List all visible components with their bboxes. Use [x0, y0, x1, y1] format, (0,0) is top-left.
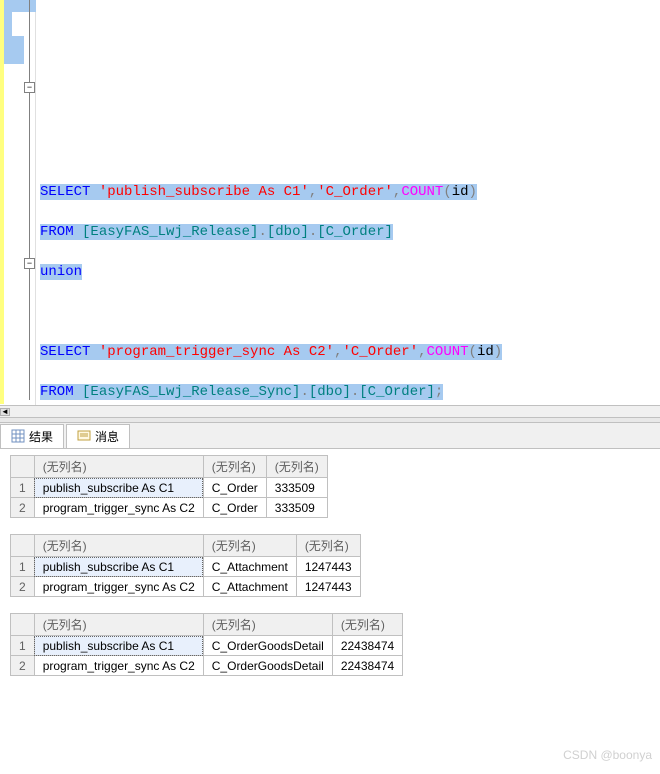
col-header[interactable]: (无列名): [332, 614, 402, 636]
result-grid-1[interactable]: (无列名)(无列名)(无列名) 1publish_subscribe As C1…: [10, 455, 328, 518]
fold-toggle-icon[interactable]: −: [24, 258, 35, 269]
col-header[interactable]: (无列名): [296, 535, 360, 557]
col-header[interactable]: (无列名): [203, 456, 266, 478]
cell[interactable]: 333509: [266, 498, 327, 518]
results-panel: (无列名)(无列名)(无列名) 1publish_subscribe As C1…: [0, 449, 660, 700]
cell[interactable]: publish_subscribe As C1: [34, 636, 203, 656]
table-row[interactable]: 1publish_subscribe As C1C_Attachment1247…: [11, 557, 361, 577]
cell[interactable]: program_trigger_sync As C2: [34, 577, 203, 597]
cell[interactable]: 333509: [266, 478, 327, 498]
corner-cell: [11, 614, 35, 636]
result-grid-3[interactable]: (无列名)(无列名)(无列名) 1publish_subscribe As C1…: [10, 613, 403, 676]
table-row[interactable]: 2program_trigger_sync As C2C_Attachment1…: [11, 577, 361, 597]
tab-messages[interactable]: 消息: [66, 424, 130, 448]
tab-results[interactable]: 结果: [0, 424, 64, 448]
results-tabs: 结果 消息: [0, 423, 660, 449]
cell[interactable]: C_OrderGoodsDetail: [203, 636, 332, 656]
cell[interactable]: 1247443: [296, 557, 360, 577]
cell[interactable]: C_Order: [203, 478, 266, 498]
editor-gutter: − −: [0, 0, 36, 405]
col-header[interactable]: (无列名): [34, 456, 203, 478]
cell[interactable]: 22438474: [332, 656, 402, 676]
cell[interactable]: C_Attachment: [203, 577, 296, 597]
watermark: CSDN @boonya: [563, 748, 652, 762]
grid-icon: [11, 429, 25, 443]
scroll-left-icon[interactable]: ◄: [0, 408, 10, 416]
cell[interactable]: publish_subscribe As C1: [34, 557, 203, 577]
corner-cell: [11, 535, 35, 557]
col-header[interactable]: (无列名): [266, 456, 327, 478]
table-row[interactable]: 2program_trigger_sync As C2C_OrderGoodsD…: [11, 656, 403, 676]
sql-editor: − − SELECT 'publish_subscribe As C1','C_…: [0, 0, 660, 405]
message-icon: [77, 429, 91, 443]
col-header[interactable]: (无列名): [34, 614, 203, 636]
col-header[interactable]: (无列名): [203, 614, 332, 636]
cell[interactable]: program_trigger_sync As C2: [34, 498, 203, 518]
cell[interactable]: C_Attachment: [203, 557, 296, 577]
table-row[interactable]: 1publish_subscribe As C1C_Order333509: [11, 478, 328, 498]
cell[interactable]: program_trigger_sync As C2: [34, 656, 203, 676]
tab-messages-label: 消息: [95, 428, 119, 445]
cell[interactable]: 22438474: [332, 636, 402, 656]
cell[interactable]: C_Order: [203, 498, 266, 518]
code-area[interactable]: SELECT 'publish_subscribe As C1','C_Orde…: [36, 0, 660, 405]
fold-toggle-icon[interactable]: −: [24, 82, 35, 93]
table-row[interactable]: 1publish_subscribe As C1C_OrderGoodsDeta…: [11, 636, 403, 656]
cell[interactable]: 1247443: [296, 577, 360, 597]
tab-results-label: 结果: [29, 428, 53, 445]
cell[interactable]: C_OrderGoodsDetail: [203, 656, 332, 676]
table-row[interactable]: 2program_trigger_sync As C2C_Order333509: [11, 498, 328, 518]
col-header[interactable]: (无列名): [34, 535, 203, 557]
cell[interactable]: publish_subscribe As C1: [34, 478, 203, 498]
corner-cell: [11, 456, 35, 478]
result-grid-2[interactable]: (无列名)(无列名)(无列名) 1publish_subscribe As C1…: [10, 534, 361, 597]
col-header[interactable]: (无列名): [203, 535, 296, 557]
